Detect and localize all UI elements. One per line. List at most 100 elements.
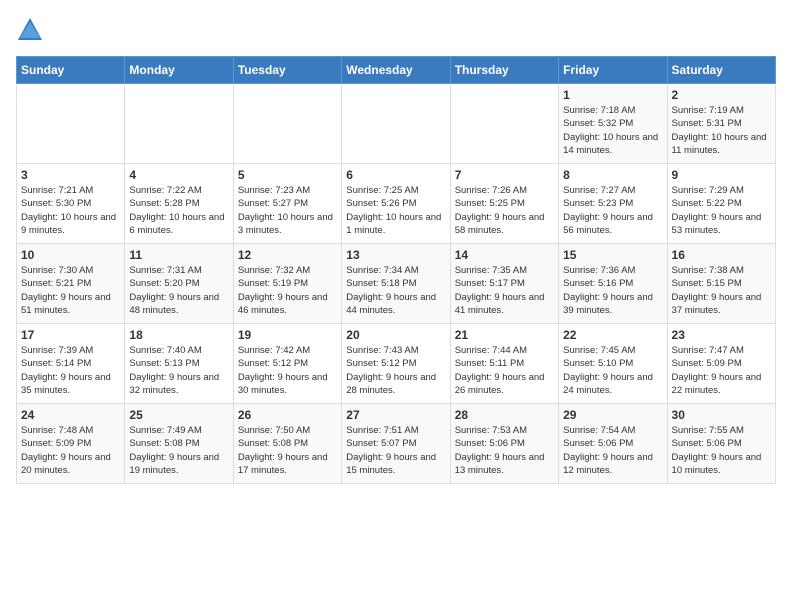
calendar-cell: 16 Sunrise: 7:38 AM Sunset: 5:15 PM Dayli… bbox=[667, 244, 775, 324]
day-number: 12 bbox=[238, 248, 337, 262]
logo-icon bbox=[16, 16, 44, 44]
day-number: 10 bbox=[21, 248, 120, 262]
calendar-cell: 4 Sunrise: 7:22 AM Sunset: 5:28 PM Daylig… bbox=[125, 164, 233, 244]
calendar-cell: 13 Sunrise: 7:34 AM Sunset: 5:18 PM Dayli… bbox=[342, 244, 450, 324]
day-number: 23 bbox=[672, 328, 771, 342]
day-number: 21 bbox=[455, 328, 554, 342]
day-info: Sunrise: 7:42 AM Sunset: 5:12 PM Dayligh… bbox=[238, 344, 337, 397]
day-info: Sunrise: 7:32 AM Sunset: 5:19 PM Dayligh… bbox=[238, 264, 337, 317]
day-info: Sunrise: 7:39 AM Sunset: 5:14 PM Dayligh… bbox=[21, 344, 120, 397]
calendar-cell: 30 Sunrise: 7:55 AM Sunset: 5:06 PM Dayli… bbox=[667, 404, 775, 484]
calendar-week-row: 10 Sunrise: 7:30 AM Sunset: 5:21 PM Dayli… bbox=[17, 244, 776, 324]
calendar-cell bbox=[342, 84, 450, 164]
day-number: 25 bbox=[129, 408, 228, 422]
day-info: Sunrise: 7:48 AM Sunset: 5:09 PM Dayligh… bbox=[21, 424, 120, 477]
calendar-cell: 15 Sunrise: 7:36 AM Sunset: 5:16 PM Dayli… bbox=[559, 244, 667, 324]
day-number: 13 bbox=[346, 248, 445, 262]
calendar-cell bbox=[17, 84, 125, 164]
day-info: Sunrise: 7:18 AM Sunset: 5:32 PM Dayligh… bbox=[563, 104, 662, 157]
calendar-week-row: 3 Sunrise: 7:21 AM Sunset: 5:30 PM Daylig… bbox=[17, 164, 776, 244]
day-number: 24 bbox=[21, 408, 120, 422]
day-header: Saturday bbox=[667, 57, 775, 84]
day-number: 17 bbox=[21, 328, 120, 342]
day-info: Sunrise: 7:45 AM Sunset: 5:10 PM Dayligh… bbox=[563, 344, 662, 397]
day-info: Sunrise: 7:35 AM Sunset: 5:17 PM Dayligh… bbox=[455, 264, 554, 317]
day-info: Sunrise: 7:49 AM Sunset: 5:08 PM Dayligh… bbox=[129, 424, 228, 477]
calendar-cell: 19 Sunrise: 7:42 AM Sunset: 5:12 PM Dayli… bbox=[233, 324, 341, 404]
calendar-cell: 28Sunrise: 7:53 AM Sunset: 5:06 PM Dayli… bbox=[450, 404, 558, 484]
day-info: Sunrise: 7:30 AM Sunset: 5:21 PM Dayligh… bbox=[21, 264, 120, 317]
day-number: 3 bbox=[21, 168, 120, 182]
day-number: 28 bbox=[455, 408, 554, 422]
day-info: Sunrise: 7:29 AM Sunset: 5:22 PM Dayligh… bbox=[672, 184, 771, 237]
day-number: 14 bbox=[455, 248, 554, 262]
day-number: 22 bbox=[563, 328, 662, 342]
day-info: Sunrise: 7:27 AM Sunset: 5:23 PM Dayligh… bbox=[563, 184, 662, 237]
calendar-body: 1 Sunrise: 7:18 AM Sunset: 5:32 PM Daylig… bbox=[17, 84, 776, 484]
day-info: Sunrise: 7:43 AM Sunset: 5:12 PM Dayligh… bbox=[346, 344, 445, 397]
day-header: Monday bbox=[125, 57, 233, 84]
calendar-cell bbox=[125, 84, 233, 164]
day-info: Sunrise: 7:50 AM Sunset: 5:08 PM Dayligh… bbox=[238, 424, 337, 477]
calendar-cell: 22 Sunrise: 7:45 AM Sunset: 5:10 PM Dayli… bbox=[559, 324, 667, 404]
page-header bbox=[16, 16, 776, 44]
day-number: 30 bbox=[672, 408, 771, 422]
day-info: Sunrise: 7:19 AM Sunset: 5:31 PM Dayligh… bbox=[672, 104, 771, 157]
day-info: Sunrise: 7:55 AM Sunset: 5:06 PM Dayligh… bbox=[672, 424, 771, 477]
calendar-cell: 3 Sunrise: 7:21 AM Sunset: 5:30 PM Daylig… bbox=[17, 164, 125, 244]
calendar-cell: 10 Sunrise: 7:30 AM Sunset: 5:21 PM Dayli… bbox=[17, 244, 125, 324]
day-info: Sunrise: 7:25 AM Sunset: 5:26 PM Dayligh… bbox=[346, 184, 445, 237]
day-number: 1 bbox=[563, 88, 662, 102]
day-info: Sunrise: 7:31 AM Sunset: 5:20 PM Dayligh… bbox=[129, 264, 228, 317]
calendar-cell: 12 Sunrise: 7:32 AM Sunset: 5:19 PM Dayli… bbox=[233, 244, 341, 324]
day-number: 9 bbox=[672, 168, 771, 182]
day-number: 15 bbox=[563, 248, 662, 262]
day-number: 5 bbox=[238, 168, 337, 182]
calendar-cell: 1 Sunrise: 7:18 AM Sunset: 5:32 PM Daylig… bbox=[559, 84, 667, 164]
calendar-cell: 27Sunrise: 7:51 AM Sunset: 5:07 PM Dayli… bbox=[342, 404, 450, 484]
day-info: Sunrise: 7:36 AM Sunset: 5:16 PM Dayligh… bbox=[563, 264, 662, 317]
day-info: Sunrise: 7:34 AM Sunset: 5:18 PM Dayligh… bbox=[346, 264, 445, 317]
calendar-cell: 6 Sunrise: 7:25 AM Sunset: 5:26 PM Daylig… bbox=[342, 164, 450, 244]
calendar-week-row: 24 Sunrise: 7:48 AM Sunset: 5:09 PM Dayli… bbox=[17, 404, 776, 484]
day-number: 4 bbox=[129, 168, 228, 182]
calendar-cell: 21 Sunrise: 7:44 AM Sunset: 5:11 PM Dayli… bbox=[450, 324, 558, 404]
day-info: Sunrise: 7:38 AM Sunset: 5:15 PM Dayligh… bbox=[672, 264, 771, 317]
day-info: Sunrise: 7:51 AM Sunset: 5:07 PM Dayligh… bbox=[346, 424, 445, 477]
day-number: 16 bbox=[672, 248, 771, 262]
calendar-cell bbox=[233, 84, 341, 164]
day-number: 20 bbox=[346, 328, 445, 342]
calendar-cell: 29 Sunrise: 7:54 AM Sunset: 5:06 PM Dayli… bbox=[559, 404, 667, 484]
day-number: 6 bbox=[346, 168, 445, 182]
day-header: Wednesday bbox=[342, 57, 450, 84]
day-header: Tuesday bbox=[233, 57, 341, 84]
calendar-cell: 2 Sunrise: 7:19 AM Sunset: 5:31 PM Daylig… bbox=[667, 84, 775, 164]
calendar-cell bbox=[450, 84, 558, 164]
day-info: Sunrise: 7:44 AM Sunset: 5:11 PM Dayligh… bbox=[455, 344, 554, 397]
day-info: Sunrise: 7:54 AM Sunset: 5:06 PM Dayligh… bbox=[563, 424, 662, 477]
day-number: 29 bbox=[563, 408, 662, 422]
day-info: Sunrise: 7:22 AM Sunset: 5:28 PM Dayligh… bbox=[129, 184, 228, 237]
calendar-cell: 8 Sunrise: 7:27 AM Sunset: 5:23 PM Daylig… bbox=[559, 164, 667, 244]
day-info: Sunrise: 7:21 AM Sunset: 5:30 PM Dayligh… bbox=[21, 184, 120, 237]
day-header: Friday bbox=[559, 57, 667, 84]
calendar-cell: 25 Sunrise: 7:49 AM Sunset: 5:08 PM Dayli… bbox=[125, 404, 233, 484]
calendar-cell: 20 Sunrise: 7:43 AM Sunset: 5:12 PM Dayli… bbox=[342, 324, 450, 404]
calendar-cell: 26Sunrise: 7:50 AM Sunset: 5:08 PM Dayli… bbox=[233, 404, 341, 484]
day-info: Sunrise: 7:47 AM Sunset: 5:09 PM Dayligh… bbox=[672, 344, 771, 397]
day-info: Sunrise: 7:40 AM Sunset: 5:13 PM Dayligh… bbox=[129, 344, 228, 397]
calendar-week-row: 1 Sunrise: 7:18 AM Sunset: 5:32 PM Daylig… bbox=[17, 84, 776, 164]
day-number: 11 bbox=[129, 248, 228, 262]
calendar-cell: 7Sunrise: 7:26 AM Sunset: 5:25 PM Daylig… bbox=[450, 164, 558, 244]
calendar-cell: 23 Sunrise: 7:47 AM Sunset: 5:09 PM Dayli… bbox=[667, 324, 775, 404]
calendar-table: SundayMondayTuesdayWednesdayThursdayFrid… bbox=[16, 56, 776, 484]
calendar-cell: 5 Sunrise: 7:23 AM Sunset: 5:27 PM Daylig… bbox=[233, 164, 341, 244]
day-number: 2 bbox=[672, 88, 771, 102]
calendar-header-row: SundayMondayTuesdayWednesdayThursdayFrid… bbox=[17, 57, 776, 84]
day-number: 19 bbox=[238, 328, 337, 342]
day-header: Thursday bbox=[450, 57, 558, 84]
calendar-week-row: 17 Sunrise: 7:39 AM Sunset: 5:14 PM Dayli… bbox=[17, 324, 776, 404]
day-info: Sunrise: 7:23 AM Sunset: 5:27 PM Dayligh… bbox=[238, 184, 337, 237]
day-number: 8 bbox=[563, 168, 662, 182]
calendar-cell: 14 Sunrise: 7:35 AM Sunset: 5:17 PM Dayli… bbox=[450, 244, 558, 324]
